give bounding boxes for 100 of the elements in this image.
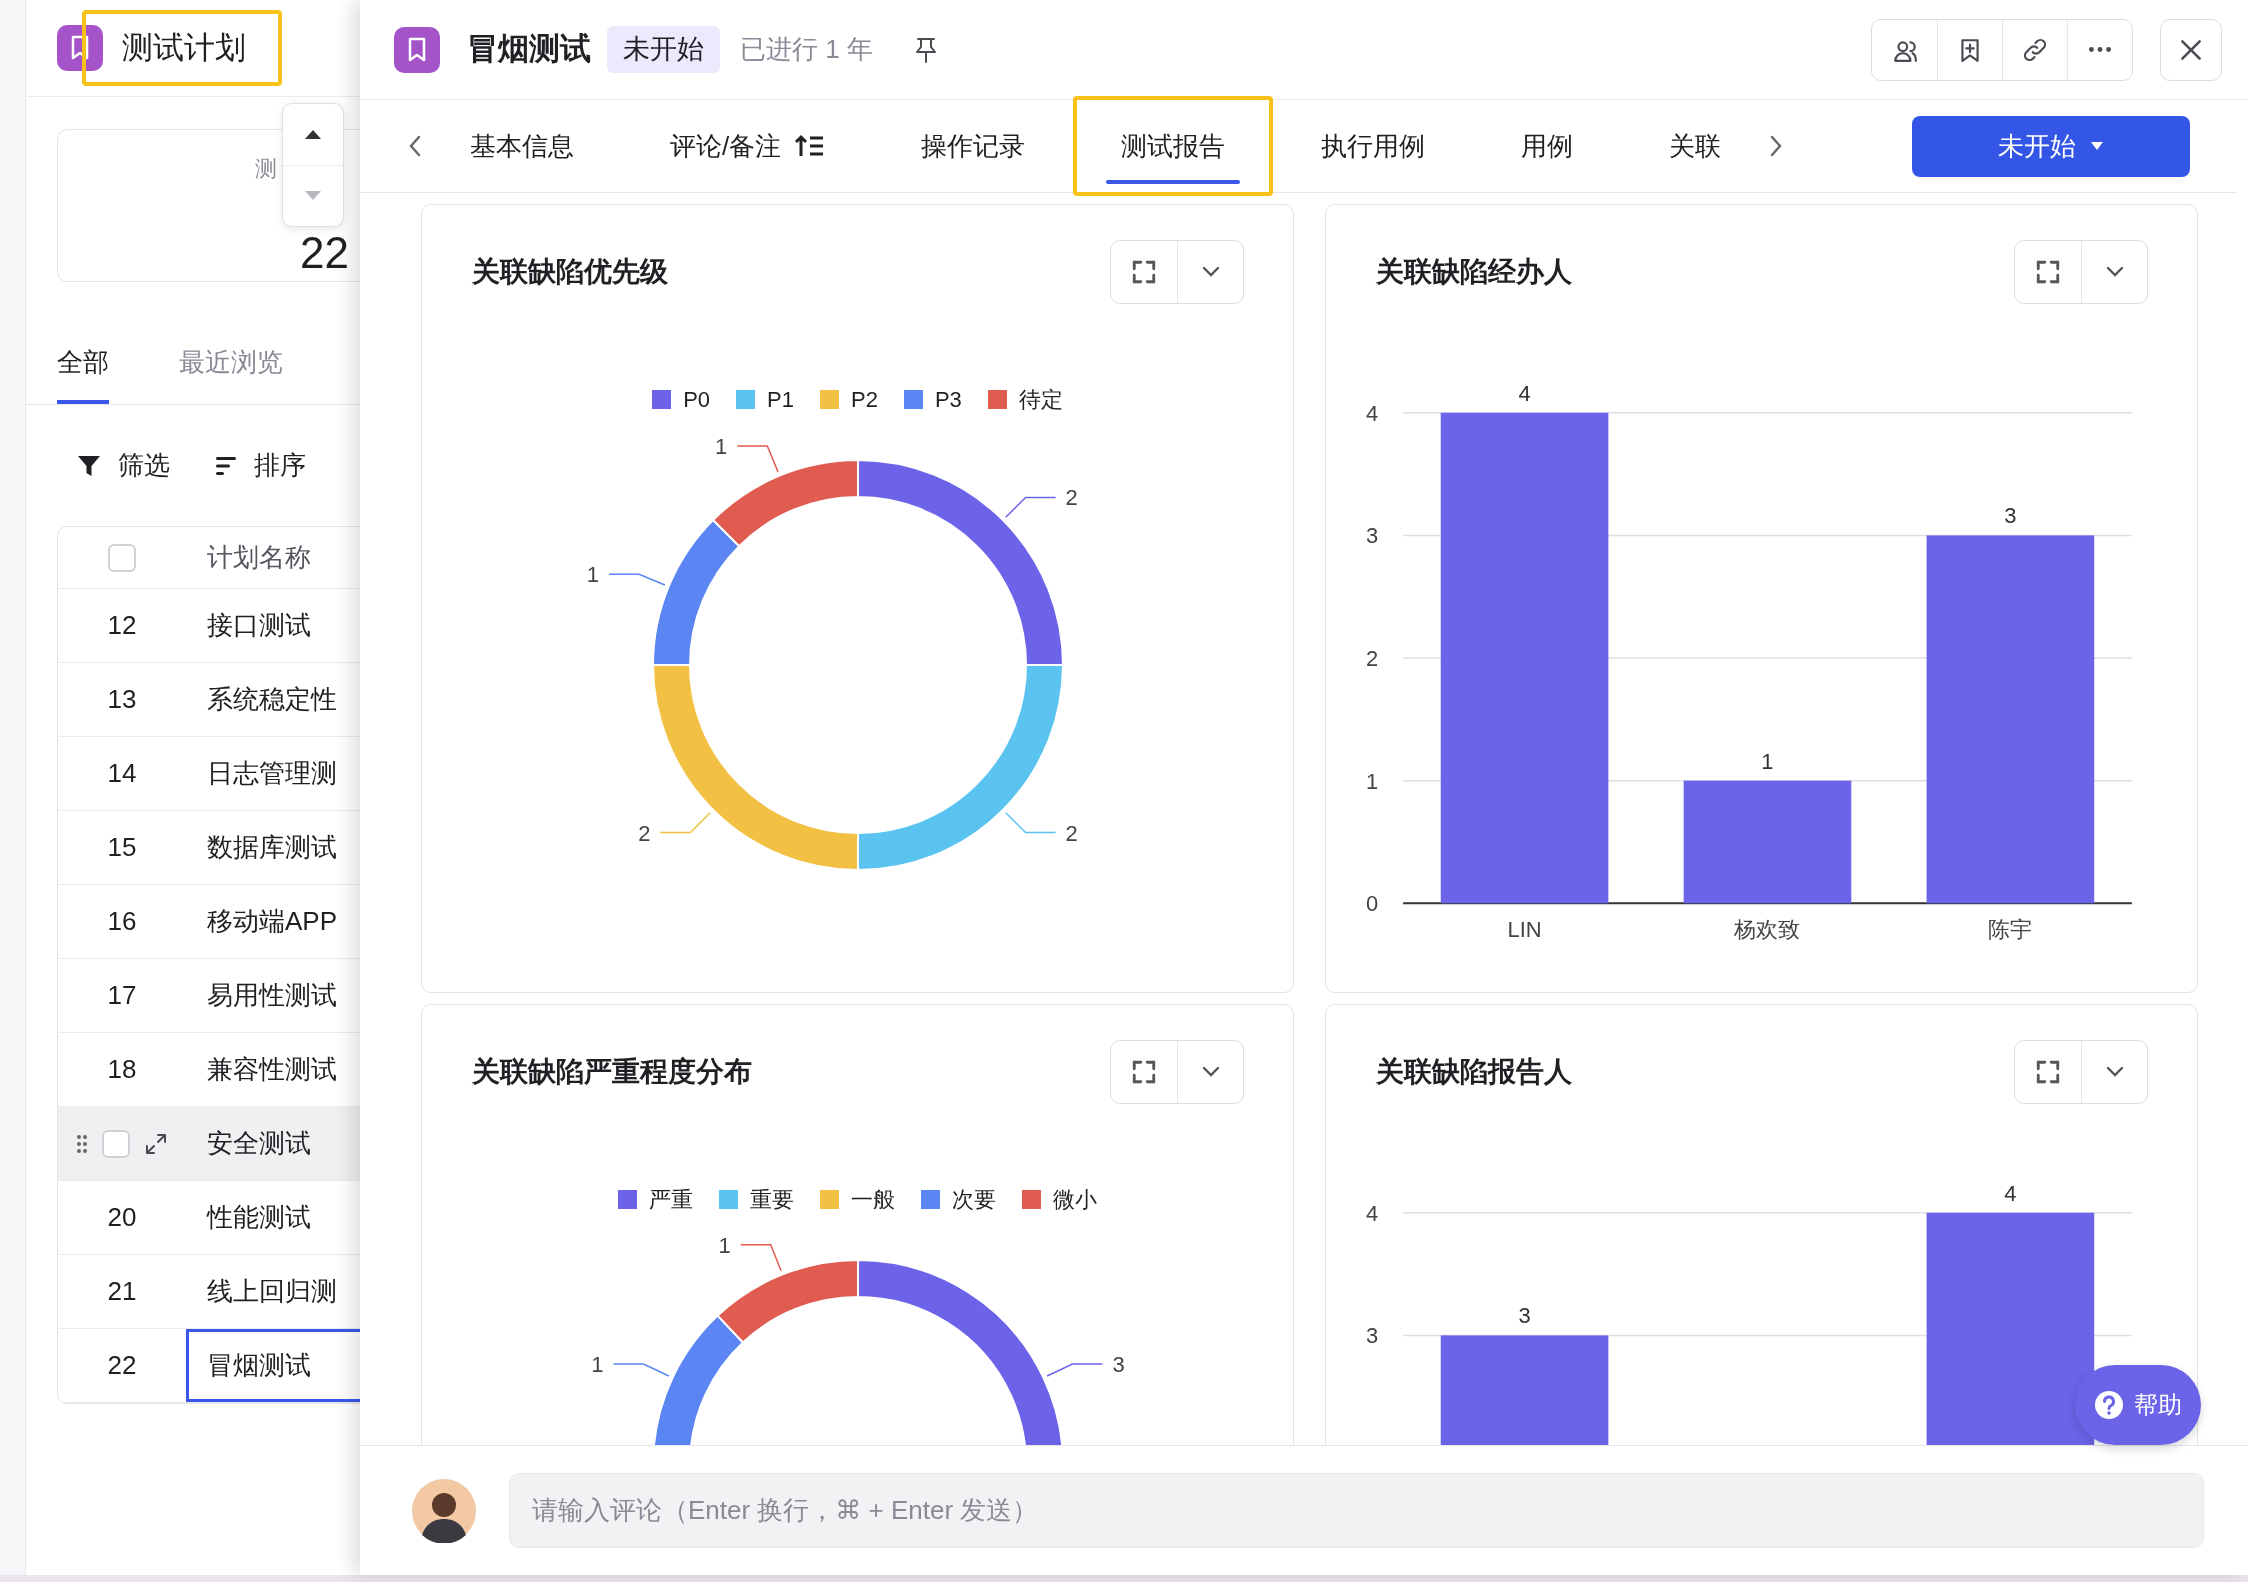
leader-line	[740, 1243, 782, 1272]
table-cell[interactable]: 安全测试	[186, 1107, 360, 1180]
table-cell[interactable]: 接口测试	[186, 589, 360, 662]
axis-tick-label: 3	[1366, 1323, 1379, 1349]
data-label: 3	[1112, 1352, 1125, 1378]
panel-title: 测试计划	[82, 10, 282, 86]
legend-label: P0	[683, 385, 711, 414]
bookmark-icon	[57, 25, 103, 71]
table-cell[interactable]: 线上回归测	[186, 1255, 360, 1328]
tab[interactable]: 用例	[1473, 96, 1622, 196]
fullscreen-icon	[2035, 1059, 2061, 1085]
card-title: 关联缺陷报告人	[1376, 1055, 1572, 1089]
help-icon	[2094, 1390, 2124, 1420]
scroll-left-button[interactable]	[408, 134, 422, 158]
fullscreen-icon	[1131, 259, 1157, 285]
bookmark-icon	[394, 26, 440, 73]
card-title: 关联缺陷经办人	[1376, 255, 1572, 289]
row-number: 17	[107, 979, 137, 1012]
drawer-title: 冒烟测试	[467, 30, 591, 69]
leader-line	[659, 812, 711, 834]
elapsed-text: 已进行 1 年	[740, 33, 873, 66]
scroll-right-button[interactable]	[1769, 134, 1784, 158]
stat-label: 测	[255, 155, 278, 183]
chevron-left-icon	[408, 134, 422, 158]
table-cell[interactable]: 兼容性测试	[186, 1033, 360, 1106]
column-header: 计划名称	[206, 541, 311, 574]
tab[interactable]: 全部	[57, 343, 109, 404]
row-number: 14	[107, 757, 137, 790]
expand-icon[interactable]	[144, 1131, 168, 1156]
table-cell[interactable]: 性能测试	[186, 1181, 360, 1254]
card-title: 关联缺陷严重程度分布	[472, 1055, 752, 1089]
row-number: 15	[107, 831, 137, 864]
caret-down-icon	[2090, 141, 2104, 151]
link-icon	[2022, 36, 2048, 63]
data-label: 1	[1761, 748, 1774, 774]
row-number: 16	[107, 905, 137, 938]
data-label: 2	[1065, 820, 1078, 846]
chevron-right-icon	[1769, 134, 1784, 158]
status-button[interactable]: 未开始	[1912, 115, 2190, 177]
tab[interactable]: 基本信息	[422, 96, 622, 196]
legend-label: 微小	[1053, 1185, 1097, 1214]
row-number: 22	[107, 1349, 137, 1382]
sort-button[interactable]: 排序	[214, 446, 306, 485]
leader-line	[1005, 496, 1057, 518]
fullscreen-icon	[1131, 1059, 1157, 1085]
leader-line	[1005, 812, 1057, 834]
row-number: 20	[107, 1201, 137, 1234]
row-number: 13	[107, 683, 137, 716]
card-title: 关联缺陷优先级	[472, 255, 668, 289]
legend-label: 待定	[1018, 385, 1063, 414]
table-cell[interactable]: 移动端APP	[186, 885, 360, 958]
sort-order-icon	[795, 133, 826, 159]
tab[interactable]: 执行用例	[1273, 96, 1474, 196]
category-label: 陈宇	[1988, 917, 2033, 943]
legend-label: 一般	[851, 1185, 895, 1214]
tab[interactable]: 评论/备注	[622, 96, 874, 196]
legend-label: 次要	[952, 1185, 996, 1214]
axis-tick-label: 2	[1366, 646, 1379, 671]
row-number: 21	[107, 1275, 137, 1308]
avatar	[412, 1478, 476, 1543]
table-cell[interactable]: 数据库测试	[186, 811, 360, 884]
leader-line	[612, 1363, 670, 1377]
filter-button[interactable]: 筛选	[76, 446, 170, 485]
legend-label: 严重	[649, 1185, 693, 1214]
data-label: 3	[2004, 503, 2017, 529]
leader-line	[1046, 1363, 1104, 1377]
tab[interactable]: 操作记录	[873, 96, 1074, 196]
legend-label: P1	[767, 385, 794, 414]
axis-tick-label: 4	[1366, 400, 1379, 426]
tab[interactable]: 关联	[1621, 96, 1770, 196]
comment-field[interactable]: 请输入评论（Enter 换行，⌘ + Enter 发送）	[509, 1473, 2204, 1548]
axis-tick-label: 1	[1366, 768, 1379, 794]
data-label: 1	[591, 1352, 604, 1378]
row-number: 18	[107, 1053, 137, 1086]
axis-tick-label: 3	[1366, 523, 1379, 549]
data-label: 1	[586, 562, 600, 588]
tab[interactable]: 测试报告	[1073, 96, 1274, 196]
legend-label: 重要	[750, 1185, 794, 1214]
data-label: 4	[1518, 380, 1531, 406]
table-cell[interactable]: 易用性测试	[186, 959, 360, 1032]
checkbox[interactable]	[108, 543, 136, 572]
drag-handle-icon[interactable]	[76, 1133, 88, 1154]
table-cell[interactable]: 日志管理测	[186, 737, 360, 810]
axis-tick-label: 4	[1366, 1200, 1379, 1226]
more-icon	[2089, 47, 2111, 52]
legend-label: P3	[934, 385, 962, 414]
fullscreen-icon	[2035, 259, 2061, 285]
data-label: 1	[715, 434, 728, 460]
stat-value: 22	[300, 231, 350, 275]
axis-tick-label: 0	[1366, 891, 1379, 917]
data-label: 4	[2004, 1180, 2017, 1206]
data-label: 1	[718, 1232, 731, 1258]
table-cell[interactable]: 系统稳定性	[186, 663, 360, 736]
data-label: 2	[1065, 485, 1078, 511]
category-label: LIN	[1507, 917, 1542, 943]
status-badge: 未开始	[607, 26, 720, 73]
leader-line	[736, 445, 779, 473]
leader-line	[608, 573, 666, 586]
checkbox[interactable]	[102, 1129, 130, 1158]
close-button[interactable]	[2160, 18, 2222, 81]
